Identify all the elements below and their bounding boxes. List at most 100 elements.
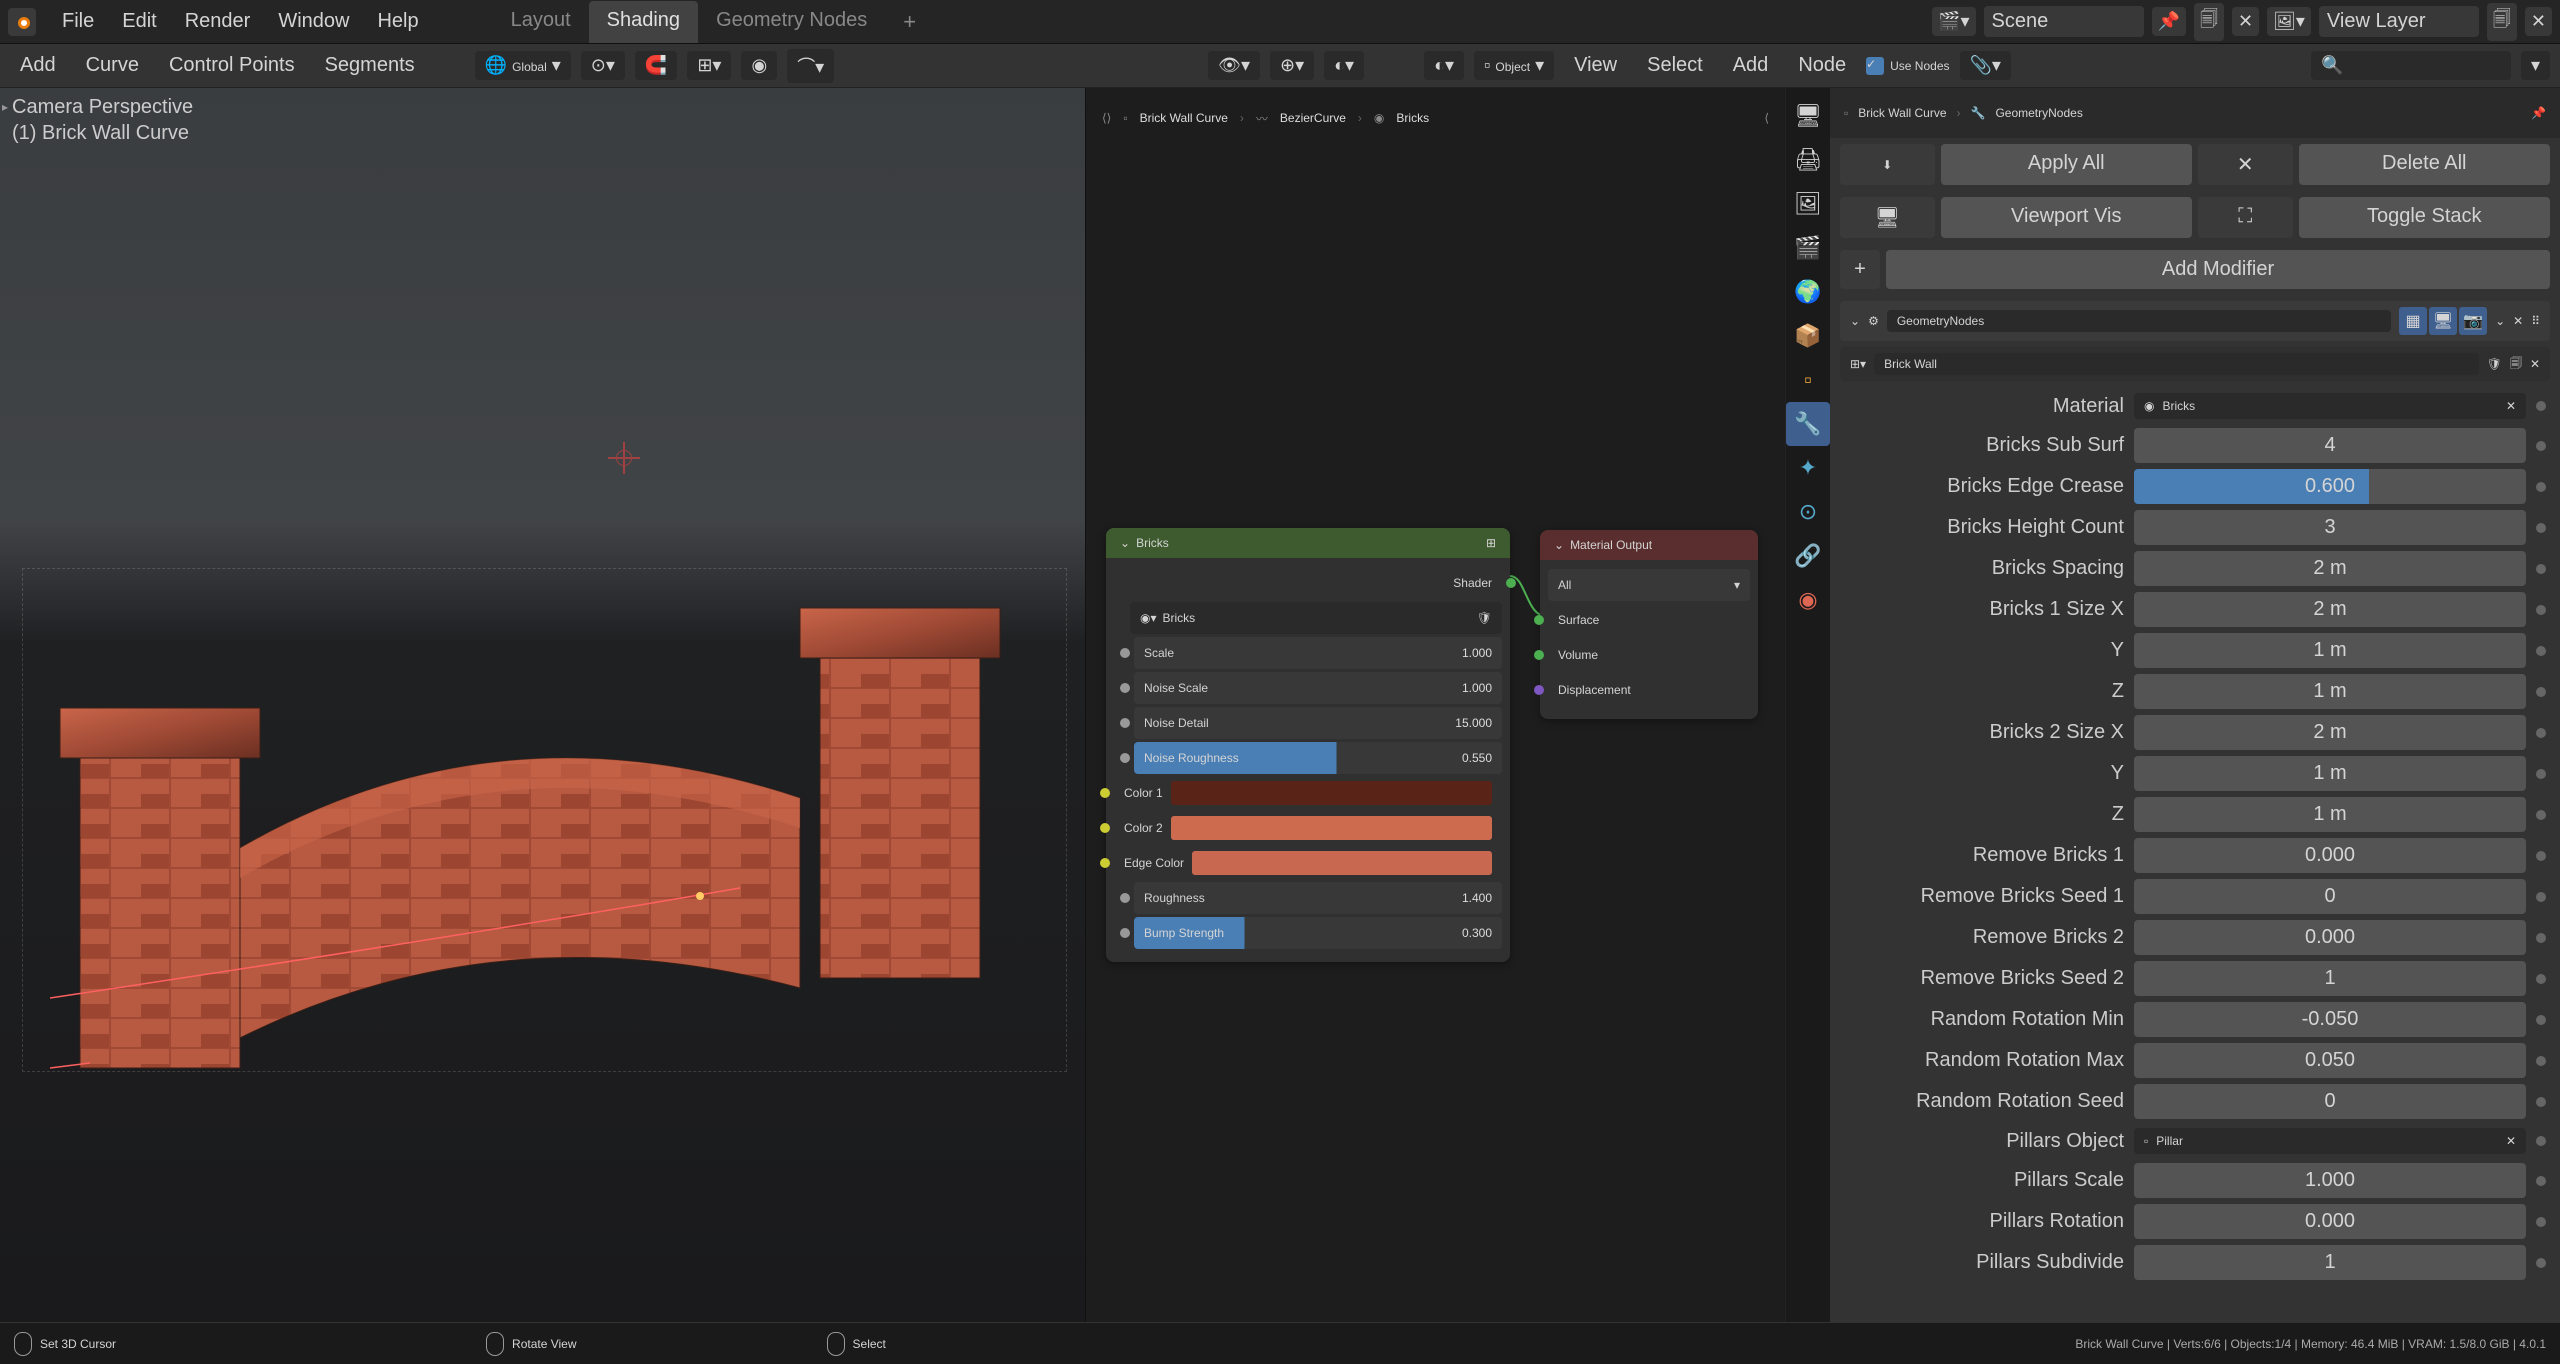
collapse-right-icon[interactable]: ⟨ [1764,111,1769,125]
input-attr-toggle[interactable] [2536,564,2546,574]
input-attr-toggle[interactable] [2536,851,2546,861]
tab-render-icon[interactable]: 🖥 [1786,94,1830,138]
tab-viewlayer-icon[interactable]: 🖼 [1786,182,1830,226]
input-attr-toggle[interactable] [2536,974,2546,984]
input-attr-toggle[interactable] [2536,728,2546,738]
b1z-value[interactable]: 1 m [2134,674,2526,709]
shading-menu-icon[interactable]: ◐▾ [1424,51,1464,80]
input-attr-toggle[interactable] [2536,646,2546,656]
prot-value[interactable]: 0.000 [2134,1204,2526,1239]
b1x-value[interactable]: 2 m [2134,592,2526,627]
search-icon[interactable]: 🔍 [2311,51,2511,80]
filter-icon[interactable]: ▾ [2521,51,2550,80]
tab-modifiers-icon[interactable]: 🔧 [1786,402,1830,446]
delete-all-x-button[interactable]: ✕ [2198,144,2293,185]
transform-orientation[interactable]: 🌐 Global ▾ [475,51,571,80]
delete-all-button[interactable]: Delete All [2299,144,2551,185]
input-attr-toggle[interactable] [2536,1217,2546,1227]
subsurf-value[interactable]: 4 [2134,428,2526,463]
3d-viewport[interactable]: ▸ Camera Perspective (1) Brick Wall Curv… [0,88,1085,1322]
brick-wall-object[interactable] [50,568,1030,1088]
node-select[interactable]: Select [1637,50,1713,81]
menu-window[interactable]: Window [264,4,363,39]
tab-particles-icon[interactable]: ✦ [1786,446,1830,490]
node-menu[interactable]: Node [1788,50,1856,81]
pivot-point-icon[interactable]: ⊙▾ [581,51,625,80]
input-attr-toggle[interactable] [2536,1258,2546,1268]
material-browse-icon[interactable]: ◉▾ [1140,611,1157,625]
collapse-icon[interactable]: ⌄ [1850,314,1860,328]
bc-material[interactable]: Bricks [1396,111,1429,125]
add-modifier-plus-button[interactable]: + [1840,250,1880,289]
scene-browse-icon[interactable]: 🎬▾ [1932,7,1975,36]
visibility-icon[interactable]: 👁▾ [1208,51,1260,80]
menu-file[interactable]: File [48,4,108,39]
toggle-stack-icon-button[interactable]: ⛶ [2198,197,2293,238]
b2x-value[interactable]: 2 m [2134,715,2526,750]
rrseed-value[interactable]: 0 [2134,1084,2526,1119]
mod-close-icon[interactable]: ✕ [2513,314,2523,328]
input-attr-toggle[interactable] [2536,1056,2546,1066]
proportional-edit-icon[interactable]: ◉ [741,51,777,80]
input-attr-toggle[interactable] [2536,1176,2546,1186]
collapse-icon[interactable]: ⟨⟩ [1102,111,1111,125]
node-view[interactable]: View [1564,50,1627,81]
input-attr-toggle[interactable] [2536,687,2546,697]
rbs1-value[interactable]: 0 [2134,879,2526,914]
snap-menu-icon[interactable]: ⊞▾ [687,51,731,80]
viewlayer-delete-icon[interactable]: ✕ [2525,7,2552,36]
scale-value[interactable]: 1.000 [1462,646,1492,660]
target-label[interactable]: All [1558,578,1571,592]
pin-icon[interactable]: 📌 [2531,106,2546,120]
b2z-value[interactable]: 1 m [2134,797,2526,832]
shield-icon[interactable]: 🛡 [1477,611,1492,625]
material-name-field[interactable]: Bricks [1163,611,1196,625]
modifier-name-field[interactable]: GeometryNodes [1887,310,2391,332]
expand-icon[interactable]: ▸ [2,100,8,114]
mod-render-icon[interactable]: 📷 [2459,307,2487,335]
crease-value[interactable]: 0.600 [2134,469,2526,504]
nodegroup-name-field[interactable]: Brick Wall [1874,353,2479,375]
input-attr-toggle[interactable] [2536,769,2546,779]
modifier-header[interactable]: ⌄ ⚙ GeometryNodes ▦ 🖥 📷 ⌄ ✕ ⠿ [1840,301,2550,341]
noise-rough-value[interactable]: 0.550 [1462,751,1492,765]
tab-world-icon[interactable]: 🌍 [1786,270,1830,314]
mod-realtime-icon[interactable]: 🖥 [2429,307,2457,335]
input-attr-toggle[interactable] [2536,605,2546,615]
node-add[interactable]: Add [1723,50,1779,81]
header-control-points[interactable]: Control Points [159,50,305,81]
pscale-value[interactable]: 1.000 [2134,1163,2526,1198]
gizmo-icon[interactable]: ⊕▾ [1270,51,1314,80]
nodegroup-browse-icon[interactable]: ⊞▾ [1850,357,1866,371]
rrmin-value[interactable]: -0.050 [2134,1002,2526,1037]
input-attr-toggle[interactable] [2536,401,2546,411]
color2-swatch[interactable] [1171,816,1492,840]
b2y-value[interactable]: 1 m [2134,756,2526,791]
color1-swatch[interactable] [1171,781,1492,805]
scene-new-icon[interactable]: 🗐 [2194,3,2224,41]
b1y-value[interactable]: 1 m [2134,633,2526,668]
spacing-value[interactable]: 2 m [2134,551,2526,586]
noise-detail-value[interactable]: 15.000 [1455,716,1492,730]
toggle-stack-button[interactable]: Toggle Stack [2299,197,2551,238]
menu-edit[interactable]: Edit [108,4,170,39]
rb1-value[interactable]: 0.000 [2134,838,2526,873]
node-material-output[interactable]: ⌄Material Output All▾ Surface Volume Dis… [1540,530,1758,719]
input-attr-toggle[interactable] [2536,1015,2546,1025]
menu-help[interactable]: Help [363,4,432,39]
prop-bc-modifier[interactable]: GeometryNodes [1995,106,2082,120]
rrmax-value[interactable]: 0.050 [2134,1043,2526,1078]
bc-object[interactable]: Brick Wall Curve [1140,111,1228,125]
rbs2-value[interactable]: 1 [2134,961,2526,996]
tab-collection-icon[interactable]: 📦 [1786,314,1830,358]
edge-color-swatch[interactable] [1192,851,1492,875]
mod-extras-icon[interactable]: ⠿ [2531,314,2540,328]
tab-object-icon[interactable]: ▫ [1786,358,1830,402]
noise-scale-value[interactable]: 1.000 [1462,681,1492,695]
blender-logo-icon[interactable] [8,8,36,36]
scene-delete-icon[interactable]: ✕ [2232,7,2259,36]
input-attr-toggle[interactable] [2536,523,2546,533]
scene-pin-icon[interactable]: 📌 [2152,7,2186,36]
scene-name-field[interactable]: Scene [1984,6,2144,37]
viewlayer-browse-icon[interactable]: 🖼▾ [2267,7,2311,36]
